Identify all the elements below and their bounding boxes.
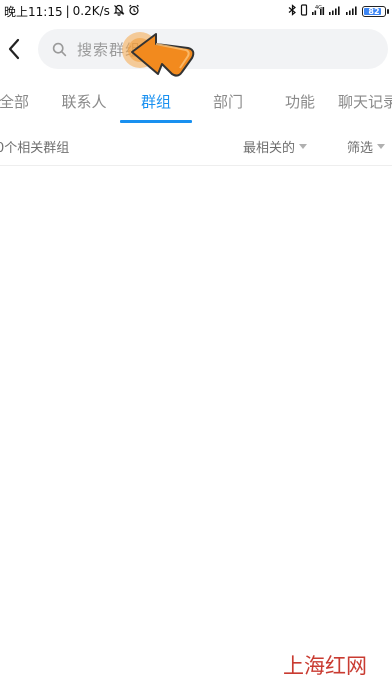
search-icon [52,42,67,56]
network-speed: 0.2K/s [72,4,110,18]
tab-chat-history[interactable]: 聊天记录 [338,86,392,124]
back-button[interactable] [2,34,26,64]
bluetooth-icon [288,3,297,19]
tab-contacts[interactable]: 联系人 [58,86,110,124]
watermark-text: 上海红网 [283,654,367,678]
status-time: 晚上11:15 [4,4,63,19]
tab-label: 聊天记录 [338,93,392,111]
battery-icon: 82 [362,5,389,17]
filter-dropdown[interactable]: 筛选 [347,137,386,156]
search-input[interactable]: 搜索群组 [38,29,388,69]
status-bar-left: 晚上11:15 | 0.2K/s [4,3,140,20]
tab-label: 全部 [0,93,29,111]
status-bar-right: 4G 82 [288,3,389,19]
tab-label: 联系人 [61,93,107,111]
tap-pointer-arrow-icon [122,32,195,77]
signal-bars-icon [345,4,359,19]
filter-label: 筛选 [347,141,374,156]
battery-level: 82 [368,6,380,16]
tab-label: 功能 [284,93,315,111]
mute-bell-icon [113,4,125,19]
vibrate-icon [300,3,308,19]
sort-dropdown[interactable]: 最相关的 [243,137,308,156]
results-toolbar: 0个相关群组 最相关的 筛选 [0,128,392,166]
caret-down-icon [377,144,386,149]
alarm-clock-icon [128,4,140,19]
chevron-left-icon [8,38,20,60]
active-tab-indicator [120,120,192,123]
caret-down-icon [299,144,308,149]
tab-departments[interactable]: 部门 [210,86,246,124]
signal-bars-icon [328,4,342,19]
tab-features[interactable]: 功能 [282,86,318,124]
status-bar: 晚上11:15 | 0.2K/s 4G 82 [0,0,392,22]
result-count: 0个相关群组 [0,141,70,156]
tab-all[interactable]: 全部 [0,86,32,124]
tab-label: 部门 [212,93,243,111]
status-separator: | [65,4,70,18]
4g-signal-icon: 4G [311,4,325,19]
sort-label: 最相关的 [243,141,296,156]
